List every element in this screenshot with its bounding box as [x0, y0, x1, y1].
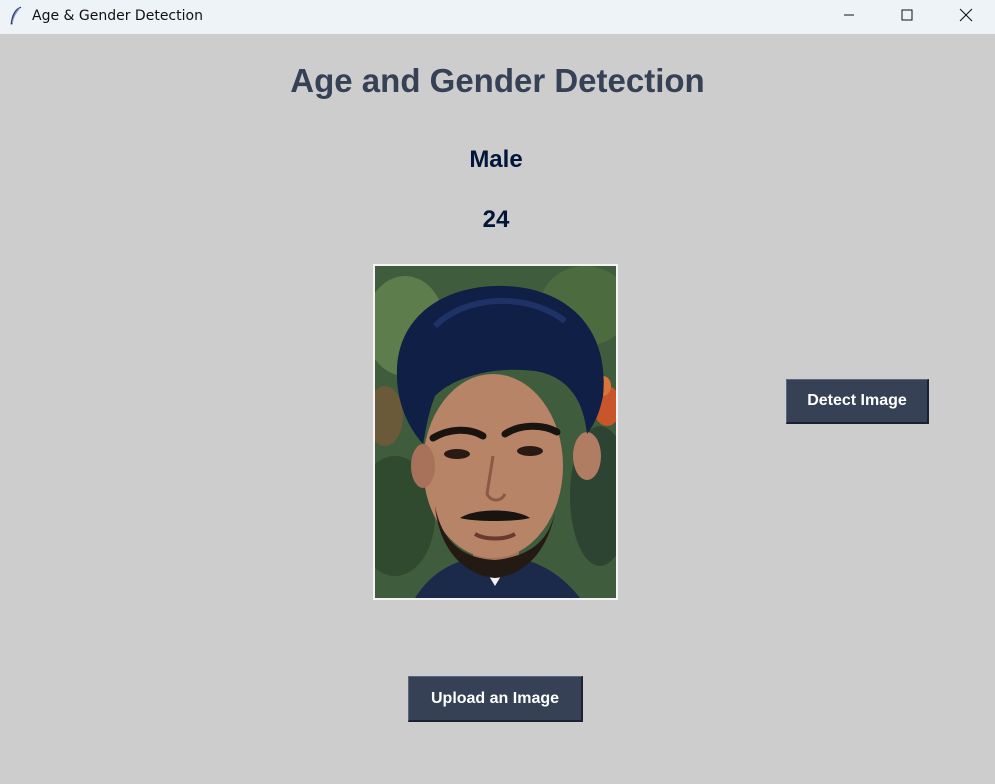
title-bar[interactable]: Age & Gender Detection — [0, 0, 995, 34]
maximize-button[interactable] — [878, 0, 936, 30]
app-window: Age & Gender Detection Age and Gender De… — [0, 0, 995, 784]
minimize-button[interactable] — [820, 0, 878, 30]
page-title: Age and Gender Detection — [290, 62, 705, 99]
feather-icon — [9, 6, 23, 26]
maximize-icon — [901, 9, 913, 21]
app-body: Age and Gender Detection Male 24 Detect … — [0, 34, 995, 784]
detect-image-button[interactable]: Detect Image — [786, 379, 929, 424]
close-icon — [959, 8, 973, 22]
uploaded-photo — [373, 264, 618, 600]
minimize-icon — [843, 9, 855, 21]
window-title: Age & Gender Detection — [32, 8, 203, 24]
age-result: 24 — [482, 206, 510, 233]
upload-image-button[interactable]: Upload an Image — [408, 676, 583, 722]
close-button[interactable] — [937, 0, 995, 30]
gender-result: Male — [469, 146, 523, 173]
